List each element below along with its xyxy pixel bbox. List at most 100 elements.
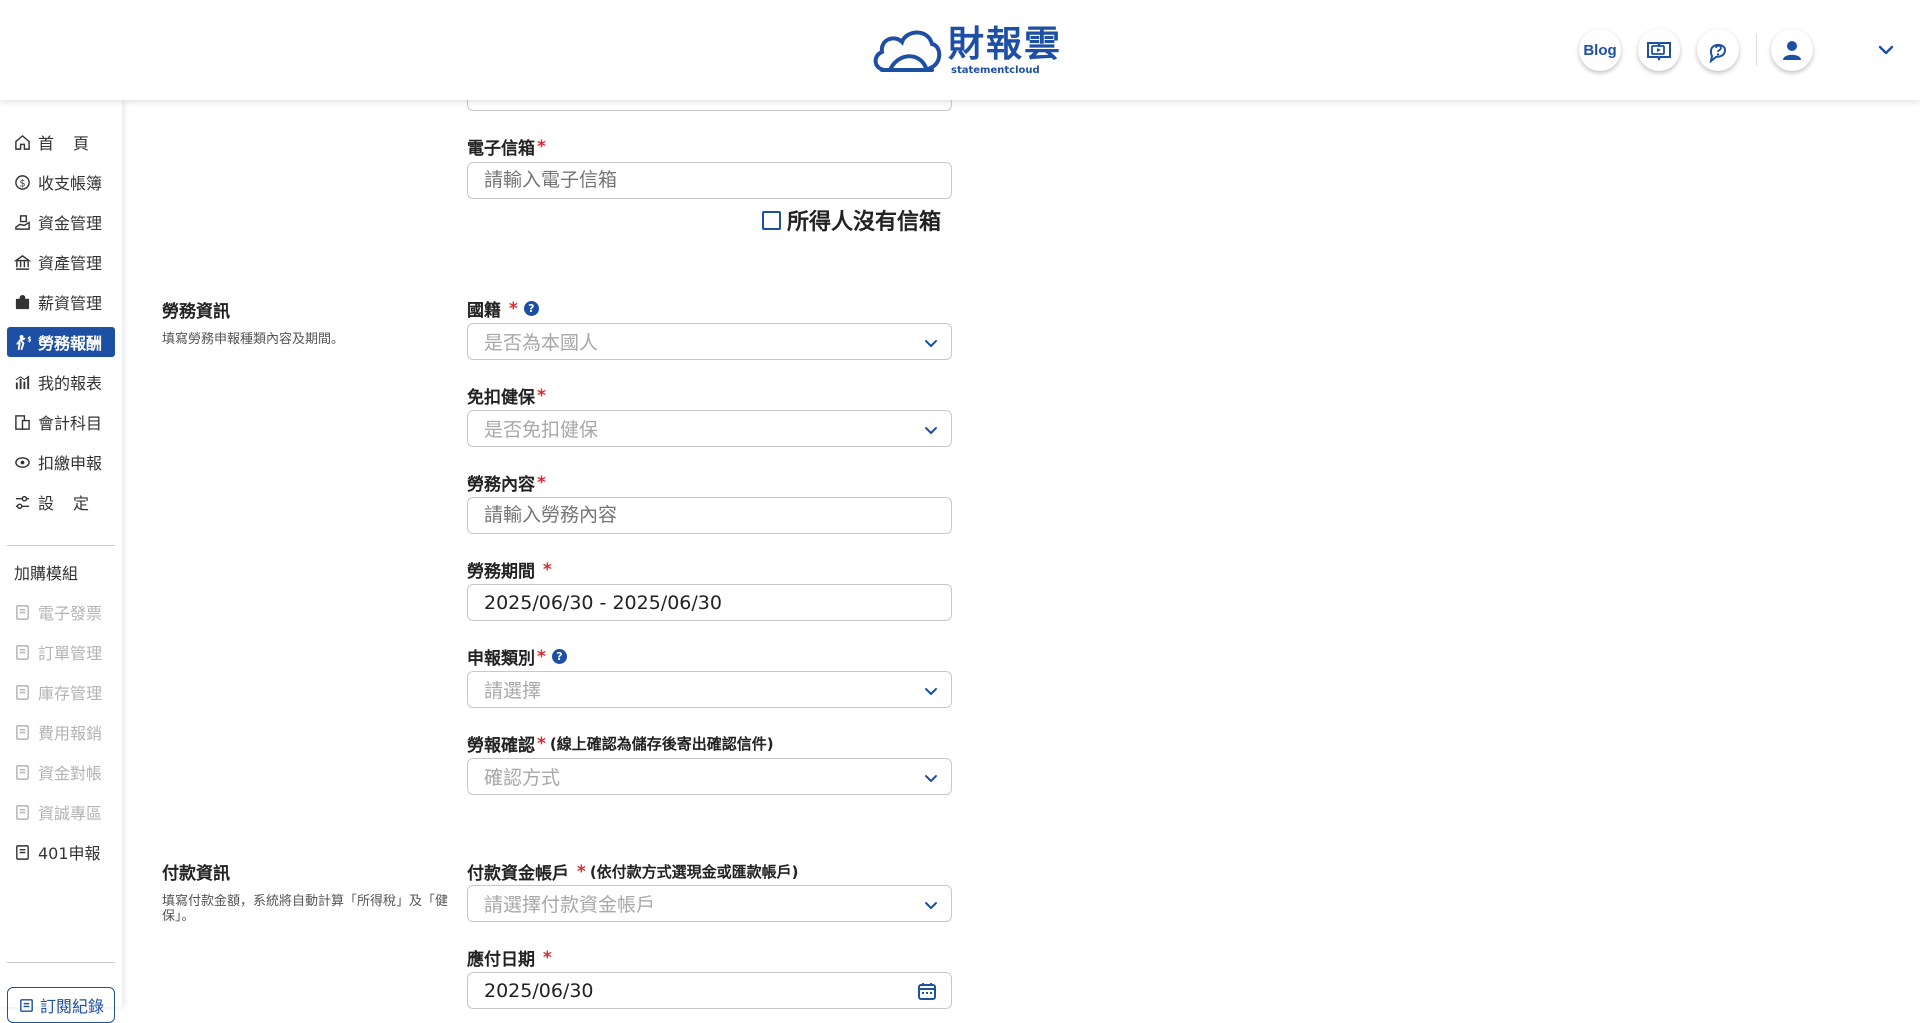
nationality-select[interactable]: 是否為本國人 (467, 323, 952, 360)
help-icon[interactable]: ? (523, 301, 539, 316)
sidebar-item-funds[interactable]: 資金管理 (7, 207, 115, 237)
pay-account-placeholder: 請選擇付款資金帳戶 (484, 894, 656, 916)
confirm-method-select[interactable]: 確認方式 (467, 758, 952, 795)
required-mark: * (537, 472, 546, 493)
sidebar-item-assets[interactable]: 資產管理 (7, 247, 115, 277)
sidebar-item-label: 電子發票 (38, 604, 103, 623)
payroll-icon (15, 294, 30, 309)
sidebar-item-settings[interactable]: 設定 (7, 487, 115, 517)
report-type-label: 申報類別 *? (467, 644, 567, 669)
chevron-down-icon[interactable] (1874, 38, 1898, 62)
sidebar-addon-expenses[interactable]: 費用報銷 (7, 717, 115, 747)
email-label: 電子信箱 * (467, 134, 546, 160)
pay-account-note: (依付款方式選現金或匯款帳戶) (589, 863, 799, 881)
sidebar-addon-einvoice[interactable]: 電子發票 (7, 597, 115, 627)
email-input[interactable] (467, 162, 952, 199)
app-logo[interactable]: 財報雲 statementcloud (868, 22, 1062, 78)
chevron-down-icon (925, 427, 937, 434)
labor-content-label-text: 勞務內容 (467, 475, 535, 495)
sidebar-divider (7, 962, 115, 963)
logo-english-text: statementcloud (951, 64, 1040, 76)
health-exempt-label-text: 免扣健保 (467, 388, 535, 408)
confirm-note: (線上確認為儲存後寄出確認信件) (549, 735, 774, 753)
header-separator (1756, 34, 1757, 66)
nationality-label: 國籍 *? (467, 296, 539, 321)
sidebar-item-reports[interactable]: 我的報表 (7, 367, 115, 397)
payment-section-desc: 填寫付款金額，系統將自動計算「所得稅」及「健保」。 (162, 894, 449, 924)
chevron-down-icon (925, 688, 937, 695)
module-icon (16, 804, 29, 820)
sidebar-item-label: 我的報表 (38, 374, 103, 393)
health-exempt-select[interactable]: 是否免扣健保 (467, 410, 952, 447)
due-date-input[interactable]: 2025/06/30 (467, 972, 952, 1009)
sidebar-addon-401[interactable]: 401申報 (7, 837, 115, 867)
report-type-select[interactable]: 請選擇 (467, 671, 952, 708)
sidebar-item-accounts[interactable]: 會計科目 (7, 407, 115, 437)
sidebar-item-label: 薪資管理 (38, 294, 103, 313)
required-mark: * (503, 298, 518, 319)
home-icon (15, 134, 30, 150)
help-chat-button[interactable] (1697, 29, 1739, 71)
sidebar-item-label: 401申報 (38, 844, 101, 863)
labor-content-input[interactable] (467, 497, 952, 534)
sidebar-item-home[interactable]: 首頁 (7, 127, 115, 157)
module-icon (16, 764, 29, 780)
sidebar-item-label: 資金管理 (38, 214, 103, 233)
health-exempt-placeholder: 是否免扣健保 (484, 419, 599, 441)
health-exempt-label: 免扣健保 * (467, 383, 546, 409)
no-email-label: 所得人沒有信箱 (787, 210, 942, 235)
sidebar-addon-pwc[interactable]: 資誠專區 (7, 797, 115, 827)
calendar-icon[interactable] (917, 981, 937, 1001)
sidebar-addon-reconcile[interactable]: 資金對帳 (7, 757, 115, 787)
sidebar-item-ledger[interactable]: $ 收支帳簿 (7, 167, 115, 197)
bar-chart-icon (15, 375, 30, 389)
worker-icon: $ (15, 334, 31, 350)
sliders-icon (15, 495, 30, 509)
top-header: 財報雲 statementcloud Blog (0, 0, 1920, 100)
pay-account-label: 付款資金帳戶 * (依付款方式選現金或匯款帳戶) (467, 859, 799, 885)
email-label-text: 電子信箱 (467, 139, 535, 159)
nationality-label-text: 國籍 (467, 301, 501, 321)
sidebar-item-label: 會計科目 (38, 414, 103, 433)
sidebar-item-label: 訂單管理 (38, 644, 103, 663)
labor-section-desc: 填寫勞務申報種類內容及期間。 (162, 332, 345, 347)
subscription-record-button[interactable]: 訂閱紀錄 (7, 987, 115, 1023)
confirm-label-text: 勞報確認 (467, 736, 535, 756)
required-mark: * (537, 136, 546, 157)
required-mark: * (537, 733, 546, 754)
svg-text:$: $ (27, 335, 31, 343)
labor-section-title: 勞務資訊 (162, 302, 230, 322)
report-type-placeholder: 請選擇 (484, 680, 542, 702)
book-calculator-icon (15, 414, 30, 430)
sidebar-item-labor-pay[interactable]: $ 勞務報酬 (7, 327, 115, 357)
cloud-logo-icon (873, 30, 942, 72)
labor-period-value: 2025/06/30 - 2025/06/30 (484, 591, 722, 614)
required-mark: * (537, 559, 552, 580)
sidebar-item-payroll[interactable]: 薪資管理 (7, 287, 115, 317)
sidebar-item-label: 設定 (38, 494, 109, 513)
sidebar-item-withholding[interactable]: 扣繳申報 (7, 447, 115, 477)
withholding-icon (15, 456, 30, 468)
module-icon (16, 684, 29, 700)
video-tutorial-button[interactable] (1638, 29, 1680, 71)
coin-icon: $ (15, 174, 30, 190)
due-date-label: 應付日期 * (467, 945, 552, 971)
sidebar-item-label: 首頁 (38, 134, 109, 153)
labor-period-input[interactable]: 2025/06/30 - 2025/06/30 (467, 584, 952, 621)
video-book-icon (1647, 42, 1671, 61)
blog-button[interactable]: Blog (1579, 29, 1621, 71)
sidebar-divider (7, 545, 115, 546)
sidebar-item-label: 勞務報酬 (38, 334, 103, 353)
pay-account-select[interactable]: 請選擇付款資金帳戶 (467, 885, 952, 922)
confirm-label: 勞報確認 * (線上確認為儲存後寄出確認信件) (467, 731, 774, 757)
sidebar-item-label: 資金對帳 (38, 764, 103, 783)
sidebar-addon-inventory[interactable]: 庫存管理 (7, 677, 115, 707)
user-avatar-button[interactable] (1771, 29, 1813, 71)
sidebar-addon-orders[interactable]: 訂單管理 (7, 637, 115, 667)
no-email-checkbox[interactable]: 所得人沒有信箱 (762, 204, 941, 236)
checkbox-box[interactable] (762, 210, 781, 230)
help-icon[interactable]: ? (551, 649, 567, 664)
nationality-placeholder: 是否為本國人 (484, 332, 599, 354)
labor-content-label: 勞務內容 * (467, 470, 546, 496)
due-date-label-text: 應付日期 (467, 950, 535, 970)
